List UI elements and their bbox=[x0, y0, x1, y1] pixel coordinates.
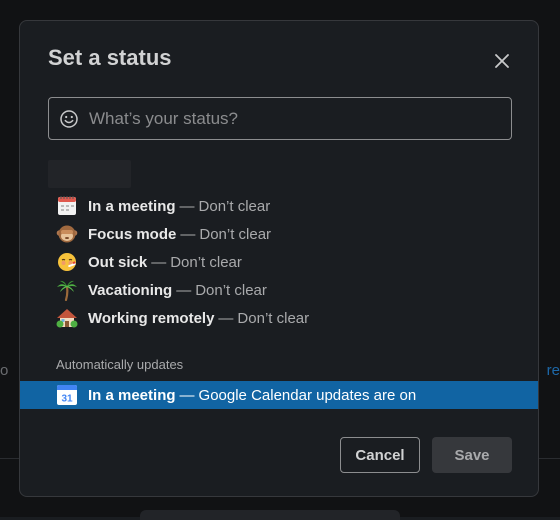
preset-duration: Don’t clear bbox=[195, 281, 267, 299]
auto-status-detail: Google Calendar updates are on bbox=[198, 386, 417, 404]
background-bottom-bar bbox=[140, 510, 400, 520]
status-input-field[interactable] bbox=[48, 97, 512, 140]
palm-tree-icon bbox=[57, 280, 77, 301]
preset-working-remotely[interactable]: Working remotely — Don’t clear bbox=[20, 304, 538, 332]
preset-separator: — bbox=[151, 253, 167, 271]
preset-name: Working remotely bbox=[88, 309, 215, 327]
monkey-icon bbox=[56, 225, 78, 243]
dialog-title: Set a status bbox=[48, 45, 172, 70]
automatic-section-label: Automatically updates bbox=[56, 357, 184, 372]
preset-status-list: In a meeting — Don’t clear Focus mode — … bbox=[20, 192, 538, 332]
preset-vacationing[interactable]: Vacationing — Don’t clear bbox=[20, 276, 538, 304]
auto-status-name: In a meeting bbox=[88, 386, 176, 404]
calendar-icon bbox=[58, 196, 76, 215]
preset-duration: Don’t clear bbox=[170, 253, 242, 271]
status-input[interactable] bbox=[89, 108, 489, 129]
preset-duration: Don’t clear bbox=[198, 197, 271, 215]
cancel-button[interactable]: Cancel bbox=[340, 437, 420, 473]
redacted-heading bbox=[48, 160, 131, 188]
close-icon bbox=[495, 54, 509, 68]
close-button[interactable] bbox=[490, 49, 514, 73]
preset-focus-mode[interactable]: Focus mode — Don’t clear bbox=[20, 220, 538, 248]
preset-separator: — bbox=[179, 197, 195, 215]
preset-duration: Don’t clear bbox=[199, 225, 272, 243]
preset-out-sick[interactable]: Out sick — Don’t clear bbox=[20, 248, 538, 276]
preset-separator: — bbox=[218, 309, 234, 327]
background-link-right[interactable]: re bbox=[547, 362, 560, 379]
background-text-left: o bbox=[0, 362, 9, 379]
preset-separator: — bbox=[176, 281, 192, 299]
house-icon bbox=[56, 309, 78, 328]
set-status-dialog: Set a status What’s your status? In a me… bbox=[19, 20, 539, 497]
preset-name: Vacationing bbox=[88, 281, 173, 299]
preset-separator: — bbox=[180, 225, 196, 243]
preset-name: Out sick bbox=[88, 253, 148, 271]
preset-in-a-meeting[interactable]: In a meeting — Don’t clear bbox=[20, 192, 538, 220]
auto-status-in-a-meeting[interactable]: 31 In a meeting — Google Calendar update… bbox=[20, 381, 538, 409]
preset-name: In a meeting bbox=[88, 197, 176, 215]
preset-name: Focus mode bbox=[88, 225, 177, 243]
sick-face-icon bbox=[58, 253, 76, 271]
preset-duration: Don’t clear bbox=[237, 309, 310, 327]
save-button[interactable]: Save bbox=[432, 437, 512, 473]
google-calendar-date: 31 bbox=[61, 394, 73, 405]
google-calendar-icon: 31 bbox=[57, 385, 77, 405]
smile-icon[interactable] bbox=[59, 109, 79, 129]
auto-status-separator: — bbox=[179, 386, 195, 404]
